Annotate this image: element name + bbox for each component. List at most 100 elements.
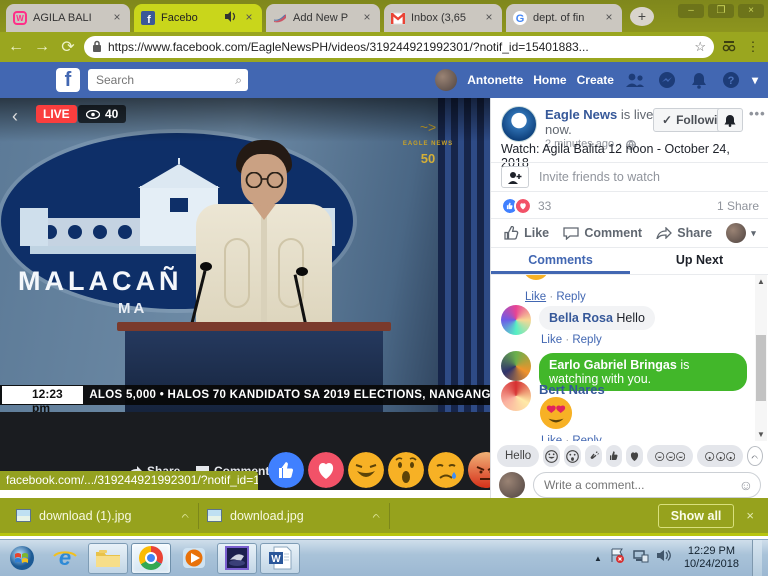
create-link[interactable]: Create <box>577 73 614 87</box>
scroll-down-icon[interactable]: ▼ <box>755 430 767 439</box>
share-button[interactable]: Share <box>656 226 712 240</box>
video-player[interactable]: MALACAÑ MA ~> EAGLE NEWS 50 <box>0 98 490 490</box>
commenter-avatar[interactable] <box>501 351 531 381</box>
wow-reaction-button[interactable] <box>388 452 424 488</box>
like-button[interactable]: Like <box>504 226 549 240</box>
back-icon[interactable]: ← <box>6 38 26 56</box>
chip-triple-wow[interactable] <box>697 445 743 467</box>
close-button[interactable]: × <box>738 4 764 18</box>
scroll-up-icon[interactable]: ▲ <box>755 277 767 286</box>
home-link[interactable]: Home <box>533 73 566 87</box>
reply-link[interactable]: Reply <box>556 291 585 303</box>
chrome-icon[interactable] <box>131 543 171 574</box>
download-caret-icon[interactable]: ᨈ <box>373 510 382 521</box>
download-item-2[interactable]: download.jpg ᨈ <box>199 501 389 531</box>
sad-reaction-button[interactable] <box>428 452 464 488</box>
emoji-picker-icon[interactable]: ☺ <box>739 477 753 493</box>
tray-expand-icon[interactable]: ▲ <box>594 554 602 563</box>
comments-list[interactable]: Like · Reply Bella Rosa Hello Like · Rep… <box>491 275 768 441</box>
love-reaction-button[interactable] <box>308 452 344 488</box>
address-bar[interactable]: https://www.facebook.com/EagleNewsPH/vid… <box>84 36 714 58</box>
chip-hello[interactable]: Hello <box>497 445 539 467</box>
reaction-count[interactable]: 33 <box>538 199 551 213</box>
reply-link[interactable]: Reply <box>572 334 601 346</box>
share-count[interactable]: 1 Share <box>717 199 759 213</box>
invite-label[interactable]: Invite friends to watch <box>539 170 660 184</box>
minimize-button[interactable]: – <box>678 4 704 18</box>
tab-agila-balita[interactable]: W AGILA BALI × <box>6 4 130 32</box>
messenger-icon[interactable] <box>656 69 678 91</box>
user-avatar[interactable] <box>435 69 457 91</box>
reply-link[interactable]: Reply <box>572 435 601 441</box>
download-filename[interactable]: download (1).jpg <box>39 509 131 523</box>
tab-facebook-active[interactable]: f Facebo × <box>134 4 262 32</box>
tab-add-new-post[interactable]: Add New P × <box>266 4 380 32</box>
download-caret-icon[interactable]: ᨈ <box>182 510 191 521</box>
commenter-avatar[interactable] <box>501 381 531 411</box>
tab-google-search[interactable]: G dept. of fin × <box>506 4 622 32</box>
tab-close-icon[interactable]: × <box>110 11 124 25</box>
page-name-link[interactable]: Eagle News <box>545 107 617 122</box>
help-icon[interactable]: ? <box>720 69 742 91</box>
download-filename[interactable]: download.jpg <box>230 509 304 523</box>
commenter-name[interactable]: Bert Nares <box>539 382 605 397</box>
internet-explorer-icon[interactable]: e <box>45 543 85 574</box>
show-desktop-button[interactable] <box>752 540 762 576</box>
start-button[interactable] <box>2 543 42 574</box>
chip-clap-emoji[interactable] <box>585 445 602 467</box>
more-options-icon[interactable]: ••• <box>749 106 766 121</box>
back-chevron-icon[interactable]: ‹ <box>12 106 18 127</box>
invite-friend-icon[interactable] <box>501 166 529 188</box>
chip-wow-emoji[interactable] <box>564 445 581 467</box>
friend-requests-icon[interactable] <box>624 69 646 91</box>
url-text[interactable]: https://www.facebook.com/EagleNewsPH/vid… <box>108 40 688 54</box>
tab-gmail-inbox[interactable]: Inbox (3,65 × <box>384 4 502 32</box>
network-icon[interactable] <box>632 549 649 568</box>
comment-bubble[interactable]: Bella Rosa Hello <box>539 306 655 330</box>
scrollbar-thumb[interactable] <box>756 335 766 401</box>
commenter-identity[interactable]: ▾ <box>726 223 756 243</box>
haha-reaction-button[interactable] <box>348 452 384 488</box>
tab-close-icon[interactable]: × <box>602 11 616 25</box>
profile-link[interactable]: Antonette <box>467 73 523 87</box>
commenter-avatar[interactable] <box>501 305 531 335</box>
notifications-bell-icon[interactable] <box>688 69 710 91</box>
tab-up-next[interactable]: Up Next <box>630 248 768 274</box>
media-app-icon[interactable] <box>217 543 257 574</box>
bookmark-star-icon[interactable]: ☆ <box>694 39 706 55</box>
angry-reaction-button[interactable] <box>468 452 490 488</box>
notifications-toggle-button[interactable] <box>717 108 743 132</box>
chip-triple-haha[interactable] <box>647 445 693 467</box>
search-icon[interactable]: ⌕ <box>235 73 242 88</box>
collapse-chips-icon[interactable]: ᨈ <box>747 446 763 466</box>
account-caret-icon[interactable]: ▾ <box>752 73 758 87</box>
search-input[interactable] <box>88 69 248 91</box>
eagle-news-avatar[interactable] <box>501 106 537 142</box>
chip-haha-emoji[interactable] <box>543 445 560 467</box>
comments-scrollbar[interactable]: ▲ ▼ <box>755 275 767 441</box>
action-center-flag-icon[interactable] <box>609 548 625 568</box>
file-explorer-icon[interactable] <box>88 543 128 574</box>
restore-button[interactable]: ❐ <box>708 4 734 18</box>
watcher-name[interactable]: Earlo Gabriel Bringas <box>549 358 677 372</box>
tab-close-icon[interactable]: × <box>242 11 256 25</box>
like-reaction-button[interactable] <box>268 452 304 488</box>
volume-icon[interactable] <box>656 549 671 567</box>
word-icon[interactable]: W <box>260 543 300 574</box>
media-player-icon[interactable] <box>174 543 214 574</box>
like-link[interactable]: Like <box>541 435 562 441</box>
browser-menu-icon[interactable]: ⋮ <box>744 39 762 55</box>
like-link[interactable]: Like <box>541 334 562 346</box>
like-link[interactable]: Like <box>525 291 546 303</box>
chip-thumbs-up-emoji[interactable] <box>606 445 623 467</box>
love-count-icon[interactable] <box>514 197 532 215</box>
tab-comments[interactable]: Comments <box>491 248 630 274</box>
close-downloads-icon[interactable]: × <box>746 508 754 523</box>
taskbar-clock[interactable]: 12:29 PM 10/24/2018 <box>678 545 745 571</box>
facebook-logo[interactable]: f <box>56 68 80 92</box>
comment-button[interactable]: Comment <box>563 226 642 240</box>
download-item-1[interactable]: download (1).jpg ᨈ <box>8 501 198 531</box>
reload-icon[interactable]: ⟳ <box>58 37 78 57</box>
tab-close-icon[interactable]: × <box>482 11 496 25</box>
tab-close-icon[interactable]: × <box>360 11 374 25</box>
